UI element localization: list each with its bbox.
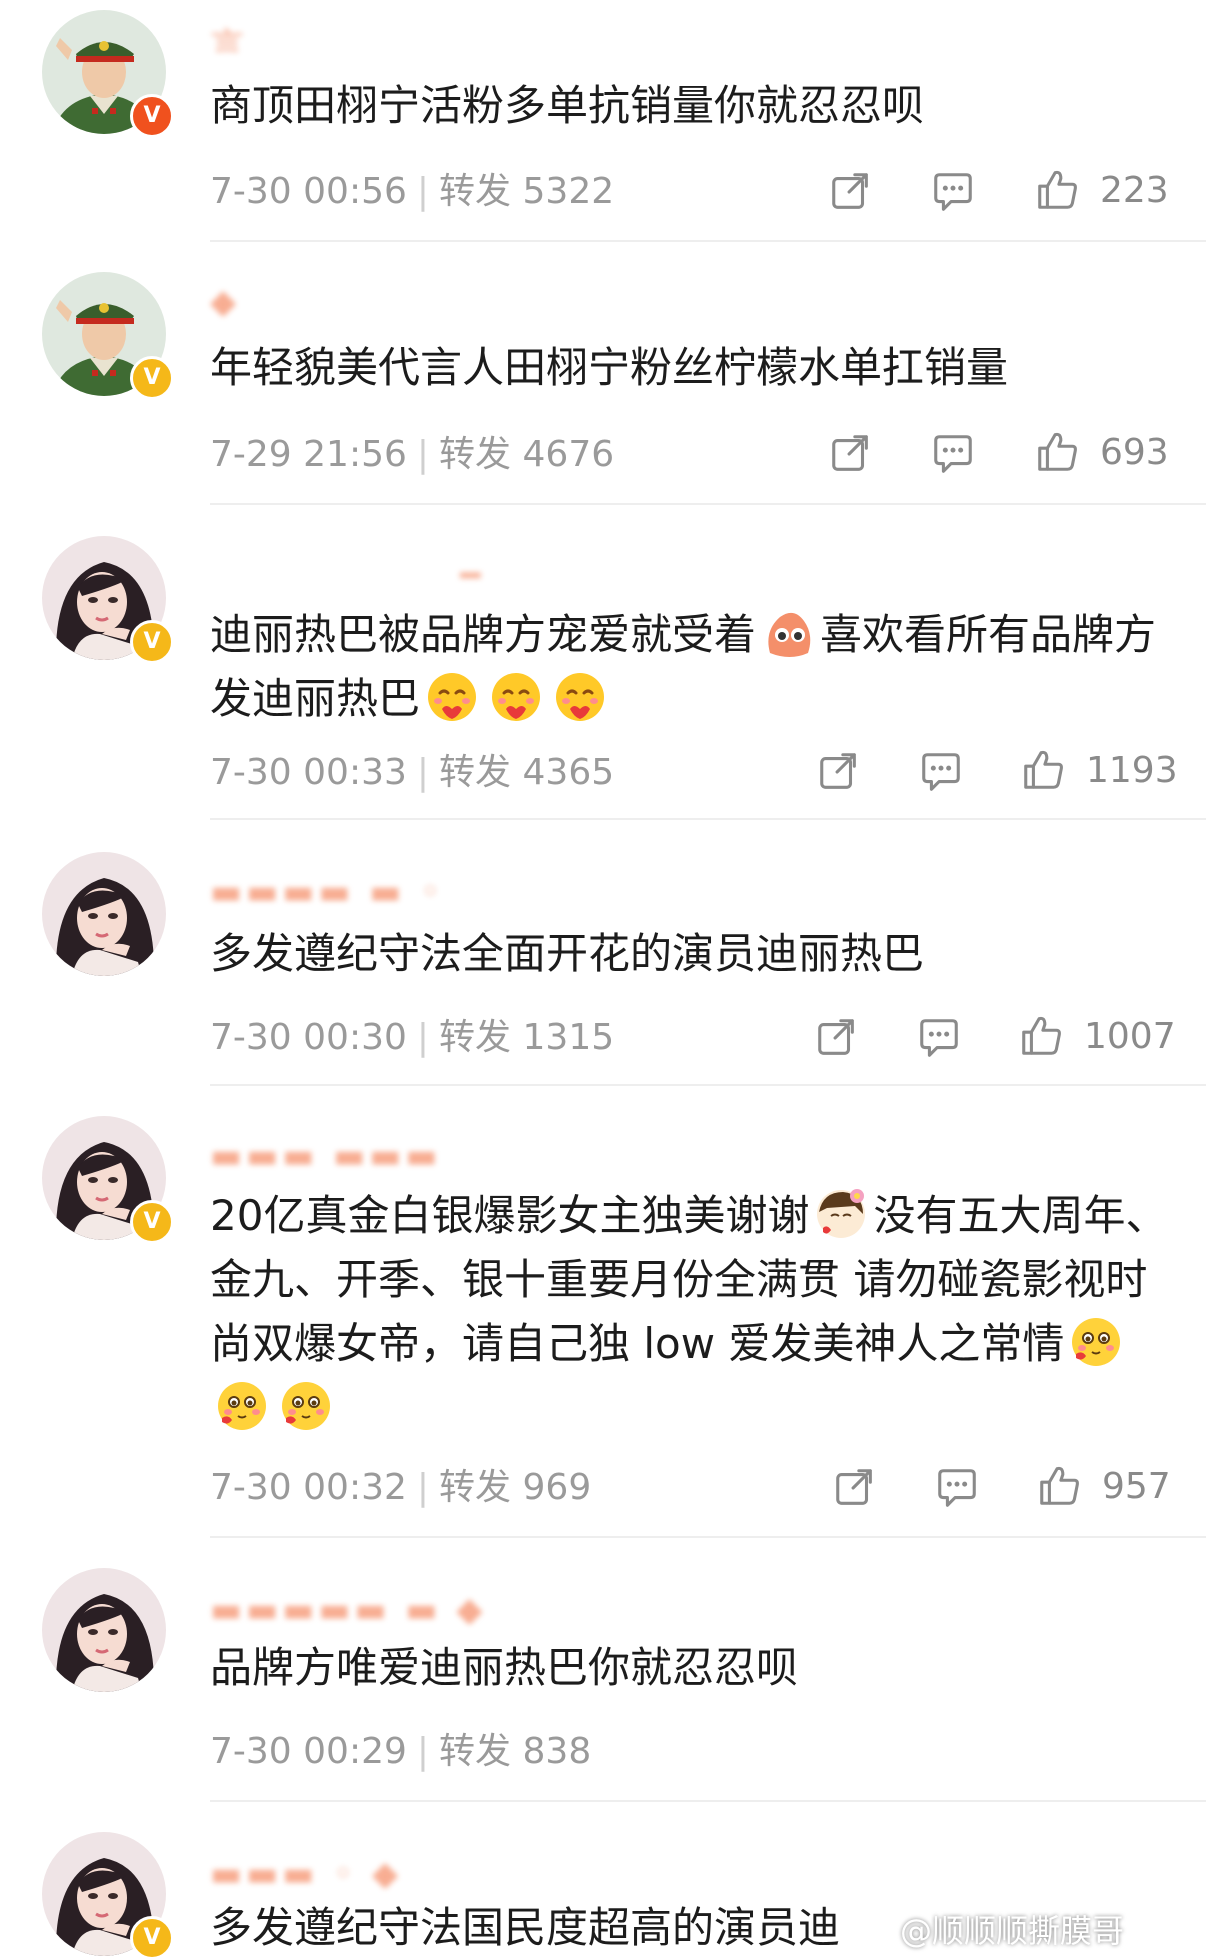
like-button[interactable]: 957: [1036, 1462, 1171, 1510]
share-button[interactable]: [816, 748, 862, 796]
repost-label: 转发: [439, 1467, 512, 1508]
divider: [210, 818, 1206, 820]
divider: [210, 1084, 1206, 1086]
comment-button[interactable]: [930, 168, 976, 216]
repost-count: 969: [522, 1467, 592, 1508]
comment-icon: [934, 173, 972, 211]
shy-face-emoji-icon: [278, 1378, 334, 1434]
comment-meta: 7-30 00:29 | 转发 838: [210, 1731, 592, 1772]
girl-flower-emoji-icon: [813, 1186, 869, 1242]
comment-icon: [920, 1019, 958, 1057]
comment-meta: 7-29 21:56 | 转发 4676: [210, 434, 615, 475]
comment-button[interactable]: [930, 430, 976, 478]
share-button[interactable]: [828, 168, 874, 216]
share-icon: [818, 1019, 854, 1055]
like-button[interactable]: 693: [1034, 428, 1169, 476]
repost-count: 4676: [522, 434, 615, 475]
like-button[interactable]: 1007: [1018, 1012, 1176, 1060]
timestamp: 7-30 00:29: [210, 1731, 407, 1772]
heart-face-emoji-icon: [424, 669, 480, 725]
share-icon: [836, 1469, 872, 1505]
thumbs-up-icon: [1038, 170, 1077, 209]
comment-text: 迪丽热巴被品牌方宠爱就受着 喜欢看所有品牌方发迪丽热巴: [210, 603, 1170, 731]
comment-icon: [938, 1469, 976, 1507]
username-blurred[interactable]: ▬▬▬ ◦ ◆: [210, 1854, 550, 1888]
comment-meta: 7-30 00:30 | 转发 1315: [210, 1017, 615, 1058]
repost-label: 转发: [439, 171, 512, 212]
repost-label: 转发: [439, 752, 512, 793]
username-blurred[interactable]: ◆: [210, 282, 610, 316]
like-button[interactable]: 223: [1034, 166, 1169, 214]
timestamp: 7-30 00:30: [210, 1017, 407, 1058]
like-count: 693: [1100, 431, 1169, 473]
heart-face-emoji-icon: [552, 669, 608, 725]
comment-meta: 7-30 00:56 | 转发 5322: [210, 171, 615, 212]
username-blurred[interactable]: ▬▬▬▬ ▬ ◦: [210, 872, 590, 906]
share-icon: [832, 173, 868, 209]
repost-count: 838: [522, 1731, 592, 1772]
thumbs-up-icon: [1022, 1016, 1061, 1055]
shy-face-emoji-icon: [1068, 1314, 1124, 1370]
repost-count: 4365: [522, 752, 615, 793]
username-blurred[interactable]: 言: [210, 18, 250, 52]
watermark: @顺顺顺撕膜哥: [900, 1912, 1125, 1950]
like-button[interactable]: 1193: [1020, 746, 1178, 794]
timestamp: 7-29 21:56: [210, 434, 407, 475]
like-count: 1007: [1084, 1015, 1176, 1057]
comment-button[interactable]: [916, 1014, 962, 1062]
verified-badge-icon: V: [130, 1916, 174, 1960]
thumbs-up-icon: [1038, 432, 1077, 471]
comment-text: 商顶田栩宁活粉多单抗销量你就忍忍呗: [210, 81, 925, 130]
verified-badge-icon: V: [130, 620, 174, 664]
divider: [210, 1536, 1206, 1538]
timestamp: 7-30 00:56: [210, 171, 407, 212]
comment-icon: [922, 753, 960, 791]
comment-button[interactable]: [918, 748, 964, 796]
shy-face-emoji-icon: [214, 1378, 270, 1434]
repost-label: 转发: [439, 434, 512, 475]
username-blurred[interactable]: ▬▬▬ ▬▬▬: [210, 1136, 570, 1170]
divider: [210, 240, 1206, 242]
share-icon: [820, 753, 856, 789]
repost-count: 1315: [522, 1017, 615, 1058]
like-count: 957: [1102, 1465, 1171, 1507]
comment-meta: 7-30 00:33 | 转发 4365: [210, 752, 615, 793]
like-count: 223: [1100, 169, 1169, 211]
verified-badge-icon: V: [130, 94, 174, 138]
repost-count: 5322: [522, 171, 615, 212]
divider: [210, 1800, 1206, 1802]
share-icon: [832, 435, 868, 471]
thumbs-up-icon: [1024, 750, 1063, 789]
comment-icon: [934, 435, 972, 473]
shy-blob-emoji-icon: [760, 605, 816, 661]
comment-text: 多发遵纪守法国民度超高的演员迪: [210, 1903, 841, 1952]
share-button[interactable]: [814, 1014, 860, 1062]
verified-badge-icon: V: [130, 356, 174, 400]
comment-text: 多发遵纪守法全面开花的演员迪丽热巴: [210, 929, 925, 978]
username-blurred[interactable]: ━: [460, 556, 630, 590]
avatar[interactable]: [42, 852, 166, 976]
timestamp: 7-30 00:33: [210, 752, 407, 793]
timestamp: 7-30 00:32: [210, 1467, 407, 1508]
like-count: 1193: [1086, 749, 1178, 791]
repost-label: 转发: [439, 1731, 512, 1772]
avatar[interactable]: [42, 1568, 166, 1692]
comment-button[interactable]: [934, 1464, 980, 1512]
share-button[interactable]: [828, 430, 874, 478]
comment-text: 20亿真金白银爆影女主独美谢谢 没有五大周年、金九、开季、银十重要月份全满贯 请勿…: [210, 1184, 1170, 1440]
username-blurred[interactable]: ▬▬▬▬▬ ▬ ◆: [210, 1590, 640, 1624]
share-button[interactable]: [832, 1464, 878, 1512]
divider: [210, 503, 1206, 505]
comment-text: 年轻貌美代言人田栩宁粉丝柠檬水单扛销量: [210, 343, 1009, 392]
repost-label: 转发: [439, 1017, 512, 1058]
heart-face-emoji-icon: [488, 669, 544, 725]
comment-text: 品牌方唯爱迪丽热巴你就忍忍呗: [210, 1643, 799, 1692]
thumbs-up-icon: [1040, 1466, 1079, 1505]
comment-meta: 7-30 00:32 | 转发 969: [210, 1467, 592, 1508]
verified-badge-icon: V: [130, 1200, 174, 1244]
